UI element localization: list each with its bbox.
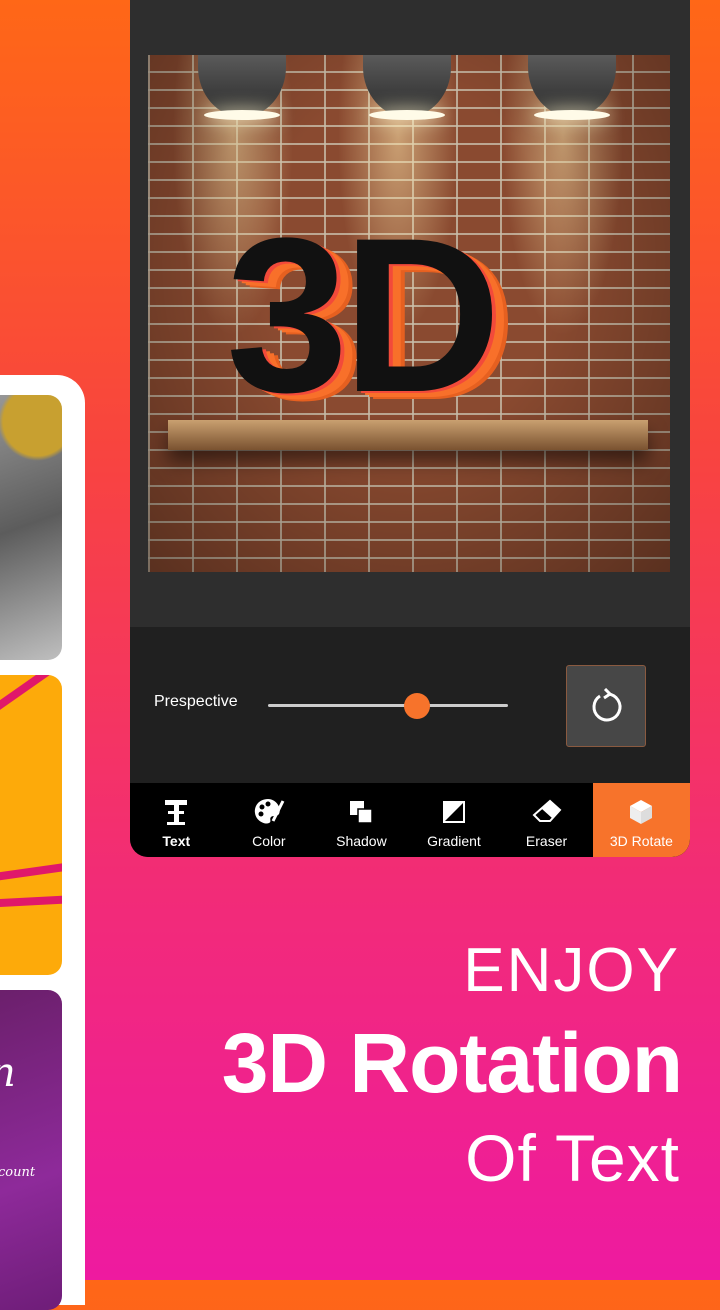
tool-eraser[interactable]: Eraser [500,783,593,857]
reset-button[interactable] [566,665,646,747]
headline-line-3: Of Text [465,1121,680,1195]
headline-line-1: ENJOY [463,936,680,1005]
card-subtext: count [0,1165,36,1180]
editor-phone-mockup: 3D Prespective Text Color Shadow Gradien… [130,0,690,857]
headline-line-2: 3D Rotation [221,1016,683,1110]
perspective-label: Prespective [154,693,238,710]
gradient-icon [442,797,466,827]
tool-gradient[interactable]: Gradient [408,783,501,857]
bottom-toolbar: Text Color Shadow Gradient Eraser 3D Rot… [130,783,690,857]
rotate-controls: Prespective [130,627,690,783]
canvas-preview[interactable]: 3D [148,55,670,572]
tool-3d-rotate[interactable]: 3D Rotate [592,783,690,857]
tool-text[interactable]: Text [130,783,223,857]
lamp-icon [198,55,286,120]
template-card-purple: n count [0,990,62,1310]
lamp-icon [363,55,451,120]
template-card-burst [0,675,62,975]
eraser-icon [532,797,562,827]
palette-icon [253,797,285,827]
shadow-icon [348,797,374,827]
tool-color[interactable]: Color [223,783,316,857]
text-icon [163,797,189,827]
card-script-text: n [0,1050,16,1096]
rotate-ccw-icon [592,688,622,722]
perspective-slider[interactable] [268,693,508,719]
cube-icon [628,797,654,827]
lamp-icon [528,55,616,120]
template-card-photo [0,395,62,660]
slider-thumb[interactable] [403,693,430,719]
3d-text-layer[interactable]: 3D [226,205,501,425]
secondary-phone-mockup: n count [0,375,85,1310]
tool-shadow[interactable]: Shadow [315,783,408,857]
